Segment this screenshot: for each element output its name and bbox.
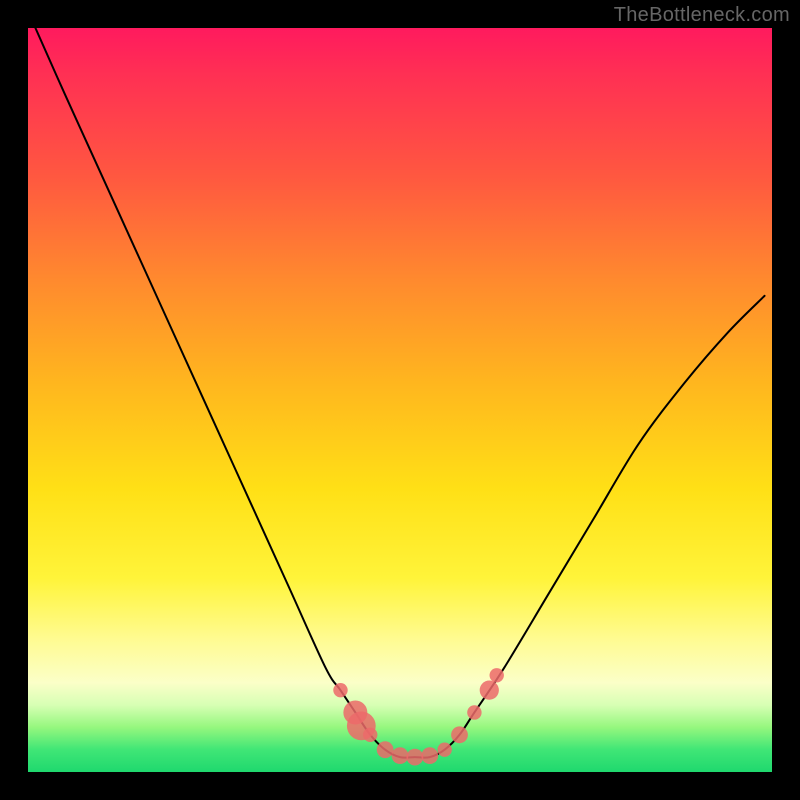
curve-marker [467,705,481,719]
curve-marker [377,741,394,758]
curve-marker [392,747,409,764]
chart-svg [28,28,772,772]
curve-marker [421,747,438,764]
curve-marker [333,683,347,697]
chart-frame: TheBottleneck.com [0,0,800,800]
marker-group [333,668,504,765]
curve-marker [437,742,451,756]
curve-marker [490,668,504,682]
curve-marker [451,726,468,743]
curve-marker [480,681,499,700]
chart-plot-area [28,28,772,772]
curve-marker [363,728,377,742]
watermark-text: TheBottleneck.com [614,4,790,27]
bottleneck-curve [35,28,764,758]
curve-marker [406,749,423,766]
